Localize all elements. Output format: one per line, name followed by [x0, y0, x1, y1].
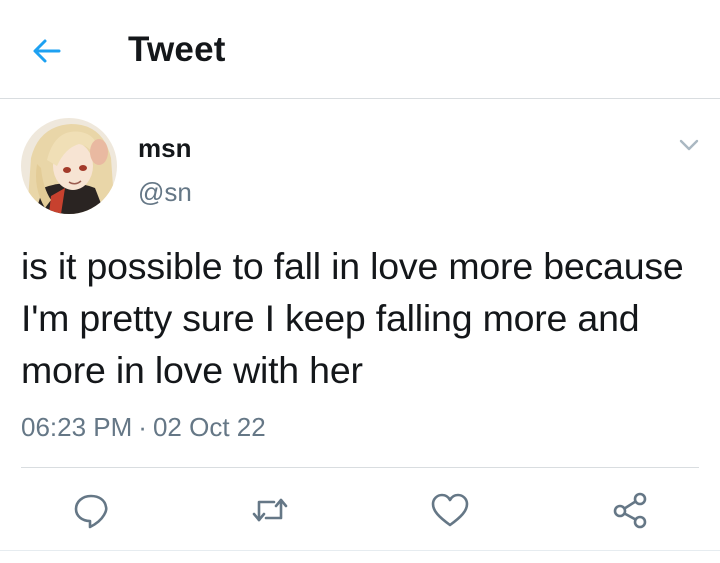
retweet-icon: [252, 498, 288, 522]
back-button[interactable]: [30, 34, 64, 68]
bottom-divider: [0, 550, 720, 551]
tweet-timestamp: 06:23 PM · 02 Oct 22: [21, 412, 266, 443]
more-options-button[interactable]: [676, 132, 702, 158]
page-title: Tweet: [128, 30, 226, 69]
author-handle[interactable]: @sn: [138, 177, 192, 208]
tweet-time: 06:23 PM: [21, 412, 133, 442]
meta-separator: ·: [138, 412, 147, 442]
top-bar: Tweet: [0, 0, 720, 99]
heart-icon: [431, 493, 469, 527]
divider: [21, 467, 699, 468]
chevron-down-icon: [679, 139, 699, 151]
back-arrow-icon: [33, 39, 61, 63]
like-button[interactable]: [430, 490, 470, 530]
author-display-name[interactable]: msn: [138, 133, 191, 164]
tweet-date: 02 Oct 22: [152, 412, 266, 442]
retweet-button[interactable]: [250, 490, 290, 530]
reply-icon: [74, 494, 108, 529]
avatar-image: [21, 118, 117, 214]
avatar[interactable]: [21, 118, 117, 214]
share-icon: [613, 492, 647, 529]
reply-button[interactable]: [71, 490, 111, 530]
tweet-text: is it possible to fall in love more beca…: [21, 245, 684, 391]
share-button[interactable]: [610, 490, 650, 530]
